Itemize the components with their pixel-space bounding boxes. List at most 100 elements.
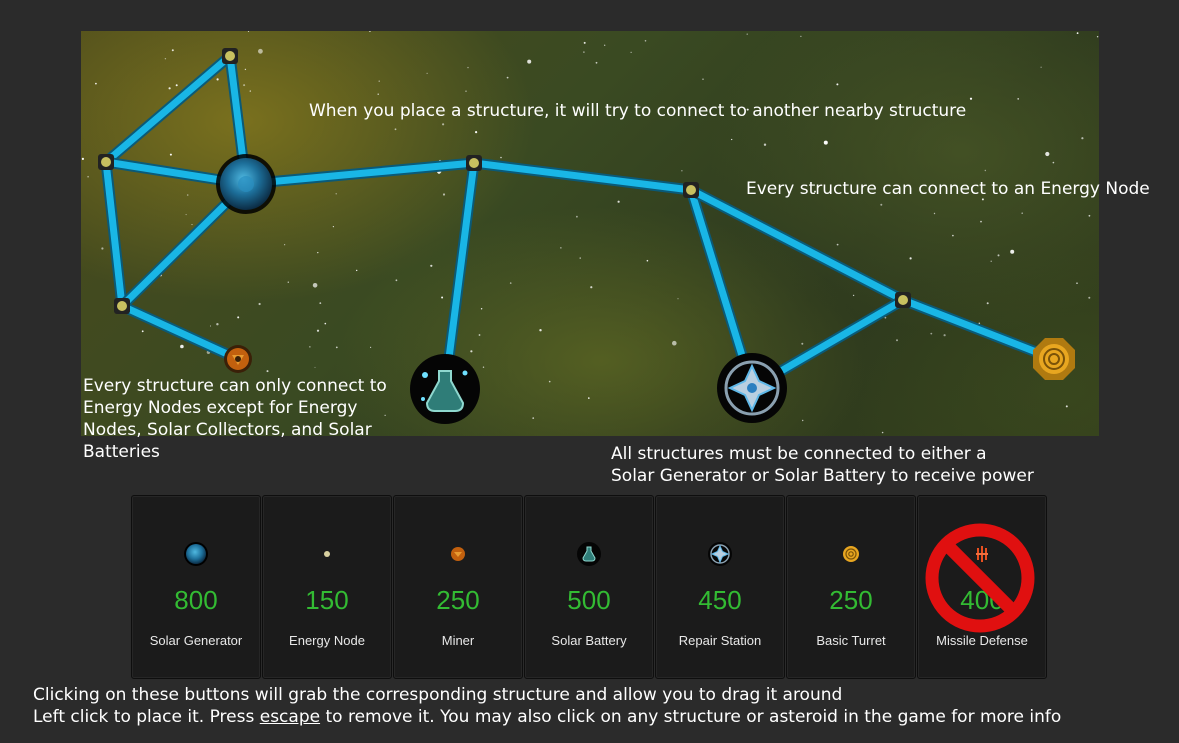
star	[681, 170, 683, 172]
star	[81, 157, 84, 160]
energy-node-structure[interactable]	[895, 292, 911, 308]
star	[800, 35, 802, 37]
build-missile-defense-button[interactable]: 400 Missile Defense	[917, 495, 1047, 679]
energy-node-icon	[324, 551, 330, 557]
star	[1065, 405, 1068, 408]
tip-connect: When you place a structure, it will try …	[309, 101, 967, 121]
tip-only-connect: Every structure can only connect to Ener…	[83, 376, 387, 462]
instructions: Clicking on these buttons will grab the …	[33, 684, 1061, 728]
star	[244, 68, 247, 71]
star	[539, 329, 542, 332]
star	[210, 325, 211, 327]
escape-key-label: escape	[259, 707, 321, 727]
star	[509, 282, 512, 284]
structure-name: Solar Battery	[551, 633, 627, 648]
star	[237, 316, 240, 319]
cost-value: 800	[174, 585, 218, 615]
beam	[468, 157, 697, 196]
star	[1088, 214, 1091, 217]
star	[836, 83, 839, 86]
solar-generator-structure[interactable]	[216, 154, 276, 214]
star	[470, 350, 473, 353]
star	[475, 131, 478, 134]
star	[1040, 66, 1042, 68]
tip-power-line1: All structures must be connected to eith…	[611, 444, 987, 464]
star	[990, 260, 992, 262]
star	[997, 254, 1000, 257]
star	[980, 220, 982, 223]
energy-node-structure[interactable]	[683, 182, 699, 198]
star	[896, 339, 898, 342]
star	[164, 58, 167, 60]
star	[317, 252, 319, 254]
star	[836, 243, 839, 246]
star	[442, 193, 446, 196]
build-solar-battery-button[interactable]: 500 Solar Battery	[524, 495, 654, 679]
star	[216, 323, 219, 326]
structure-name: Solar Generator	[149, 633, 243, 648]
beam	[100, 50, 236, 168]
star	[880, 203, 883, 206]
star	[430, 264, 433, 267]
star	[141, 330, 144, 333]
star	[169, 153, 172, 156]
star	[548, 380, 551, 383]
star	[969, 97, 973, 100]
basic-turret-structure[interactable]	[1033, 338, 1075, 380]
structure-name: Energy Node	[289, 633, 365, 648]
unavailable-icon	[925, 523, 1035, 633]
star	[527, 59, 532, 64]
star	[284, 244, 286, 246]
star	[186, 194, 189, 196]
star	[87, 175, 89, 178]
star	[314, 366, 316, 368]
star	[247, 31, 250, 32]
energy-node-structure[interactable]	[466, 155, 482, 171]
tip-power-line2: Solar Generator or Solar Battery to rece…	[611, 466, 1034, 486]
star	[560, 247, 562, 249]
star	[378, 80, 380, 82]
star	[588, 397, 590, 399]
star	[171, 49, 174, 52]
star	[441, 296, 444, 299]
build-energy-node-button[interactable]: 150 Energy Node	[262, 495, 392, 679]
star	[646, 259, 649, 262]
build-solar-generator-button[interactable]: 800 Solar Generator	[131, 495, 261, 679]
star	[617, 200, 620, 203]
energy-node-structure[interactable]	[114, 298, 130, 314]
star	[1088, 296, 1091, 299]
repair-station-icon	[708, 542, 732, 566]
structure-name: Basic Turret	[816, 633, 886, 648]
structure-name: Miner	[441, 633, 475, 648]
star	[746, 33, 748, 35]
instructions-line2-part1: Left click to place it. Press	[33, 707, 260, 727]
star	[930, 332, 933, 335]
star	[984, 169, 986, 172]
star	[335, 193, 337, 195]
star	[802, 419, 804, 422]
star	[884, 316, 887, 319]
star	[168, 87, 171, 90]
repair-station-structure[interactable]	[717, 353, 787, 423]
miner-structure[interactable]	[224, 345, 252, 373]
tip-energy-node: Every structure can connect to an Energy…	[746, 179, 1150, 199]
beam	[116, 300, 244, 365]
solar-battery-structure[interactable]	[410, 354, 480, 424]
star	[1021, 212, 1023, 214]
tip-power: All structures must be connected to eith…	[611, 443, 1034, 487]
energy-node-structure[interactable]	[98, 154, 114, 170]
build-repair-station-button[interactable]: 450 Repair Station	[655, 495, 785, 679]
energy-node-structure[interactable]	[222, 48, 238, 64]
star	[579, 257, 581, 259]
star	[943, 334, 946, 337]
instructions-line2: Left click to place it. Press escape to …	[33, 706, 1061, 728]
star	[702, 78, 704, 80]
cost-value: 150	[305, 585, 349, 615]
build-basic-turret-button[interactable]: 250 Basic Turret	[786, 495, 916, 679]
build-miner-button[interactable]: 250 Miner	[393, 495, 523, 679]
star	[95, 82, 97, 85]
star	[394, 128, 397, 131]
star	[324, 322, 327, 325]
star	[500, 156, 502, 159]
star	[316, 329, 320, 332]
